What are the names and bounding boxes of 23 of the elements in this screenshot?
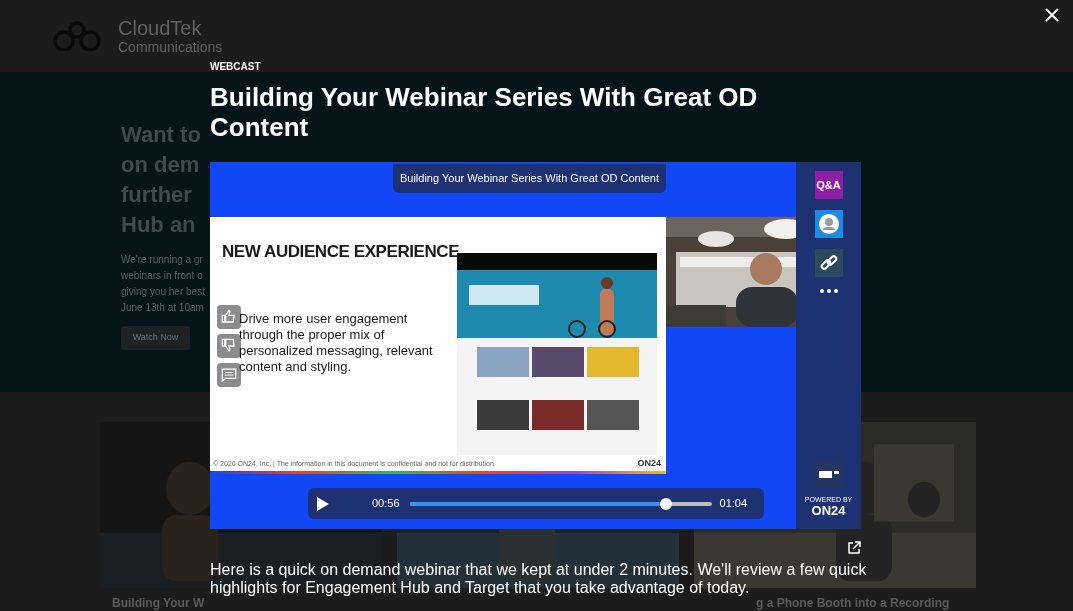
content-type-label: WEBCAST	[210, 61, 262, 73]
hero-heading: Want to	[121, 121, 201, 149]
elapsed-time: 00:56	[372, 496, 400, 512]
slide-brand: ON24	[637, 456, 661, 470]
webcast-description: Here is a quick on demand webinar that we kept at under 2 minutes. We'll review a few quick highlights for Engagement Hub and Target that you take advantage of today.	[210, 561, 868, 597]
brand-tagline: Communications	[118, 39, 223, 55]
hero-heading: Hub an	[121, 211, 196, 239]
card-title: g a Phone Booth into a Recording	[756, 597, 950, 610]
hero-heading: on dem	[121, 151, 200, 179]
on24-logo: ON24	[811, 504, 846, 517]
hero-heading: further	[121, 181, 192, 209]
duration-time: 01:04	[719, 496, 748, 512]
hero-text: webinars in front o	[121, 269, 203, 283]
hero-text: giving you her best	[121, 285, 205, 299]
hero-text: We're running a gr	[121, 253, 203, 267]
qa-button[interactable]: Q&A	[814, 171, 843, 199]
brand-name: CloudTek	[118, 17, 203, 39]
slide-heading: NEW AUDIENCE EXPERIENCE	[222, 241, 460, 263]
banner-title: Building Your Webinar Series With Great OD Content	[392, 164, 666, 193]
slide-body: Drive more user engagement through the proper mix of personalized messaging, relevant content and styling.	[239, 311, 434, 375]
card-title: Building Your W	[112, 597, 205, 610]
hero-text: June 13th at 10am	[121, 301, 204, 315]
webcast-title: Building Your Webinar Series With Great OD Content	[210, 82, 759, 142]
